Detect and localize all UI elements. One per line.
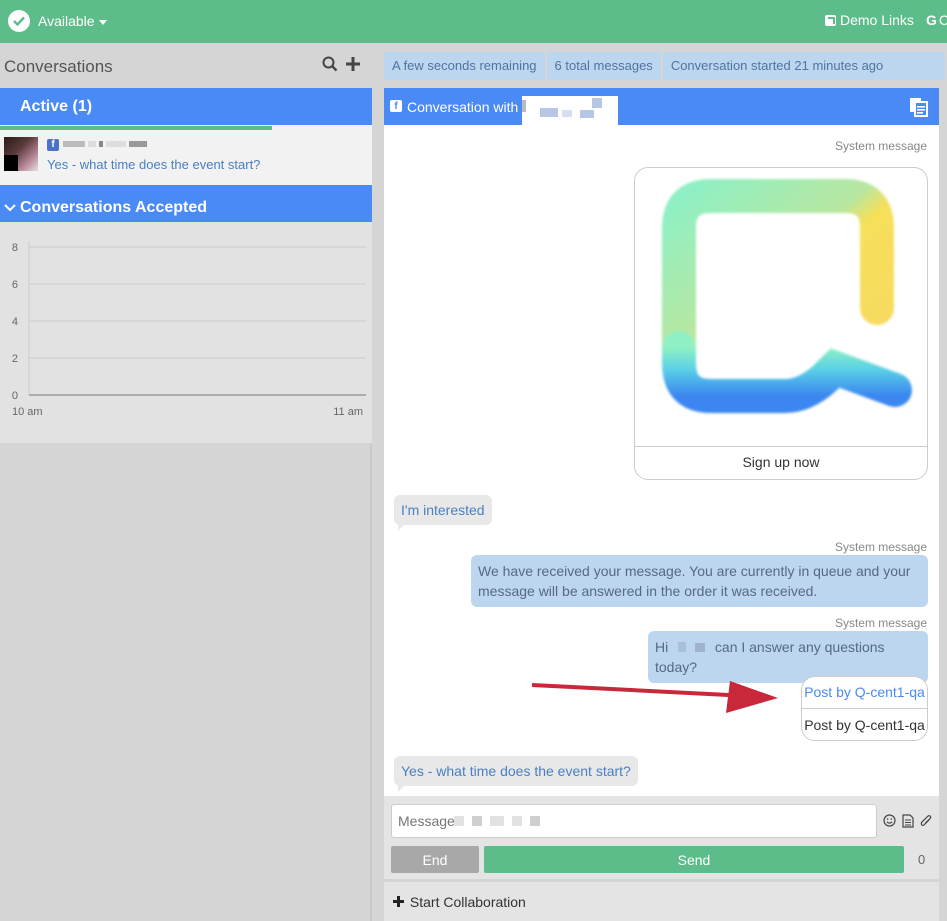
conversation-info-bar: A few seconds remaining 6 total messages… xyxy=(384,52,947,80)
add-icon[interactable] xyxy=(346,57,360,71)
left-panel: Conversations Active (1) f Yes - what ti… xyxy=(0,43,372,921)
extra-link-label: G xyxy=(926,12,937,28)
demo-links-label: Demo Links xyxy=(840,12,914,28)
canned-response-icon[interactable] xyxy=(902,814,914,828)
chevron-down-icon xyxy=(98,19,107,25)
greeting-prefix: Hi xyxy=(655,639,669,655)
conversations-header: Conversations xyxy=(0,43,372,88)
conversation-timer-bar xyxy=(0,126,272,130)
avatar xyxy=(4,137,38,171)
q-logo-image xyxy=(662,179,912,413)
top-bar: Available Demo Links G C xyxy=(0,0,947,43)
message-list: System message Sign up now I'm intereste… xyxy=(384,125,939,796)
active-label: Active xyxy=(20,98,69,115)
message-composer: End Send 0 xyxy=(384,796,939,879)
visitor-message: Yes - what time does the event start? xyxy=(394,756,638,786)
start-collaboration-button[interactable]: Start Collaboration xyxy=(384,882,939,921)
character-count: 0 xyxy=(918,852,926,867)
status-label: Available xyxy=(38,13,95,29)
sign-up-button[interactable]: Sign up now xyxy=(635,446,927,479)
facebook-icon: f xyxy=(390,100,402,112)
contact-name-redacted xyxy=(63,141,147,147)
accepted-section-header[interactable]: Conversations Accepted xyxy=(0,185,372,222)
quick-reply-card: Post by Q-cent1-qa Post by Q-cent1-qa xyxy=(801,676,928,741)
bubble-tail xyxy=(398,525,404,531)
demo-links-link[interactable]: Demo Links xyxy=(825,12,914,28)
chart-y-tick-label: 0 xyxy=(12,390,18,402)
right-panel: A few seconds remaining 6 total messages… xyxy=(374,43,947,921)
contact-name-redacted xyxy=(522,96,618,125)
chart-y-tick-label: 6 xyxy=(12,279,18,291)
status-dropdown[interactable]: Available xyxy=(8,9,107,33)
quick-reply-link[interactable]: Post by Q-cent1-qa xyxy=(802,677,927,709)
active-count: (1) xyxy=(72,98,93,115)
chart-x-tick-label: 10 am xyxy=(12,406,43,418)
accepted-chart: 0 2 4 6 8 10 am 11 am xyxy=(0,222,372,443)
plus-icon xyxy=(393,896,404,907)
visitor-name-redacted xyxy=(678,642,687,652)
chart-x-tick-label: 11 am xyxy=(333,406,363,418)
system-message-bubble: We have received your message. You are c… xyxy=(471,555,928,607)
conversations-title: Conversations xyxy=(4,57,113,76)
search-icon[interactable] xyxy=(322,56,338,72)
bubble-tail xyxy=(916,661,922,667)
emoji-icon[interactable] xyxy=(883,814,896,827)
rich-card: Sign up now xyxy=(634,167,928,480)
conversation-header: f Conversation with xyxy=(384,88,939,125)
conversation-with-label: Conversation with xyxy=(407,99,519,115)
total-messages: 6 total messages xyxy=(546,52,661,80)
system-message-label: System message xyxy=(834,540,927,554)
external-link-icon xyxy=(825,14,836,26)
attachment-icon[interactable] xyxy=(920,814,932,828)
chart-svg: 0 2 4 6 8 10 am 11 am xyxy=(12,241,366,418)
time-remaining: A few seconds remaining xyxy=(384,52,545,80)
chart-y-tick-label: 4 xyxy=(12,316,18,328)
conversation-preview: Yes - what time does the event start? xyxy=(47,157,261,172)
bubble-tail xyxy=(398,786,404,792)
system-message-label: System message xyxy=(834,616,927,630)
start-collaboration-label: Start Collaboration xyxy=(409,894,526,910)
active-section-header[interactable]: Active (1) xyxy=(0,88,372,125)
conversation-list-item[interactable]: f Yes - what time does the event start? xyxy=(0,125,372,185)
visitor-message: I'm interested xyxy=(394,495,492,525)
message-input[interactable] xyxy=(391,804,877,838)
greeting-suffix: can I answer any questions today? xyxy=(655,639,885,675)
check-icon xyxy=(8,10,30,32)
chart-y-tick-label: 8 xyxy=(12,242,18,254)
red-arrow-annotation xyxy=(531,681,778,713)
conversation-panel: f Conversation with System message Sign … xyxy=(384,88,939,796)
chart-y-tick-label: 2 xyxy=(12,353,18,365)
end-button[interactable]: End xyxy=(391,846,479,873)
chevron-down-icon xyxy=(4,204,16,212)
send-button[interactable]: Send xyxy=(484,846,904,873)
system-message-label: System message xyxy=(834,139,927,153)
quick-reply-option[interactable]: Post by Q-cent1-qa xyxy=(802,709,927,740)
accepted-label: Conversations Accepted xyxy=(20,199,208,216)
conversation-started: Conversation started 21 minutes ago xyxy=(662,52,945,80)
facebook-icon: f xyxy=(47,139,59,151)
transcript-icon[interactable] xyxy=(909,97,929,117)
extra-top-link[interactable]: G C xyxy=(926,12,947,28)
